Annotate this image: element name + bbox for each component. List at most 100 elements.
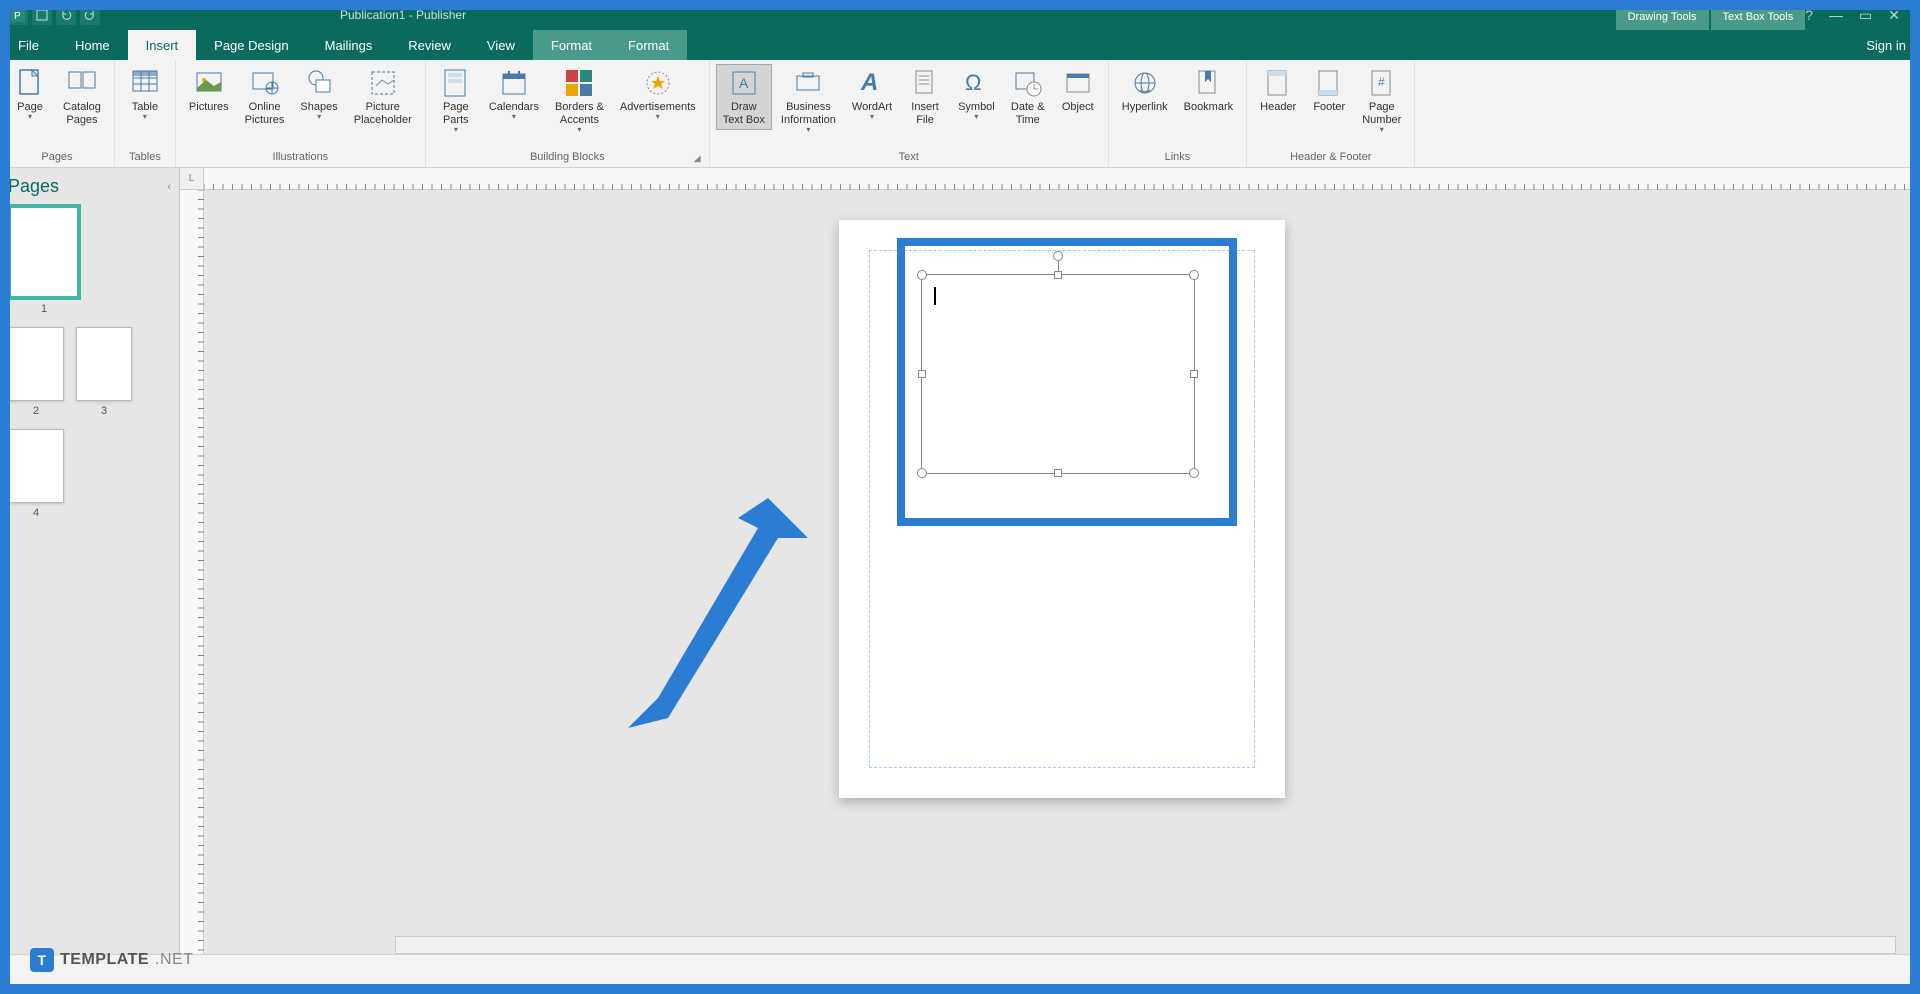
hyperlink-button[interactable]: Hyperlink — [1115, 64, 1175, 117]
object-icon — [1062, 67, 1094, 99]
canvas-area[interactable]: L — [180, 168, 1920, 964]
page-button[interactable]: Page▾ — [6, 64, 54, 124]
date-time-button[interactable]: Date & Time — [1004, 64, 1052, 130]
redo-icon[interactable] — [80, 5, 100, 25]
group-label-links: Links — [1115, 149, 1240, 167]
pictures-button[interactable]: Pictures — [182, 64, 236, 117]
window-controls: ? — ▭ ✕ — [1805, 7, 1912, 24]
chevron-down-icon: ▾ — [974, 112, 978, 121]
picture-placeholder-button[interactable]: Picture Placeholder — [347, 64, 419, 130]
ribbon-group-illustrations: Pictures Online Pictures Shapes▾ Picture… — [176, 60, 426, 167]
catalog-pages-icon — [66, 67, 98, 99]
footer-button[interactable]: Footer — [1305, 64, 1353, 117]
ribbon-group-pages: Page▾ Catalog Pages Pages — [0, 60, 115, 167]
page-thumbnail-2[interactable]: 2 — [8, 327, 64, 417]
minimize-icon[interactable]: — — [1829, 7, 1843, 24]
restore-icon[interactable]: ▭ — [1859, 7, 1872, 24]
object-button[interactable]: Object — [1054, 64, 1102, 117]
group-label-text: Text — [716, 149, 1102, 167]
ribbon-group-text: ADraw Text Box Business Information▾ AWo… — [710, 60, 1109, 167]
vertical-ruler[interactable] — [180, 190, 204, 964]
resize-handle-e[interactable] — [1190, 370, 1198, 378]
resize-handle-nw[interactable] — [917, 270, 927, 280]
quick-access-toolbar: P — [8, 5, 100, 25]
work-area: Pages‹ 1 2 3 4 L — [0, 168, 1920, 964]
page-thumbnail-4[interactable]: 4 — [8, 429, 64, 519]
page-parts-button[interactable]: Page Parts▾ — [432, 64, 480, 137]
picture-placeholder-icon — [367, 67, 399, 99]
svg-text:Ω: Ω — [965, 70, 981, 95]
selected-text-box[interactable] — [921, 274, 1195, 474]
borders-accents-button[interactable]: Borders & Accents▾ — [548, 64, 611, 137]
chevron-down-icon: ▾ — [317, 112, 321, 121]
ruler-corner[interactable]: L — [180, 168, 204, 190]
resize-handle-ne[interactable] — [1189, 270, 1199, 280]
bookmark-icon — [1192, 67, 1224, 99]
resize-handle-sw[interactable] — [917, 468, 927, 478]
header-button[interactable]: Header — [1253, 64, 1303, 117]
page-thumbnail-3[interactable]: 3 — [76, 327, 132, 417]
chevron-down-icon: ▾ — [656, 112, 660, 121]
resize-handle-w[interactable] — [918, 370, 926, 378]
tab-home[interactable]: Home — [57, 30, 128, 60]
save-icon[interactable] — [32, 5, 52, 25]
context-tab-drawing[interactable]: Drawing Tools — [1616, 4, 1709, 30]
business-info-button[interactable]: Business Information▾ — [774, 64, 843, 137]
svg-text:P: P — [14, 11, 21, 22]
online-pictures-icon — [249, 67, 281, 99]
symbol-button[interactable]: ΩSymbol▾ — [951, 64, 1002, 124]
catalog-pages-button[interactable]: Catalog Pages — [56, 64, 108, 130]
bookmark-button[interactable]: Bookmark — [1177, 64, 1241, 117]
page-parts-icon — [440, 67, 472, 99]
tab-format-drawing[interactable]: Format — [533, 30, 610, 60]
group-label-pages: Pages — [6, 149, 108, 167]
ribbon-group-links: Hyperlink Bookmark Links — [1109, 60, 1247, 167]
context-tab-textbox[interactable]: Text Box Tools — [1711, 4, 1806, 30]
wordart-button[interactable]: AWordArt▾ — [845, 64, 899, 124]
table-icon — [129, 67, 161, 99]
resize-handle-s[interactable] — [1054, 469, 1062, 477]
svg-text:A: A — [739, 75, 749, 91]
advertisements-button[interactable]: Advertisements▾ — [613, 64, 703, 124]
footer-icon — [1313, 67, 1345, 99]
tab-review[interactable]: Review — [390, 30, 469, 60]
ribbon-group-tables: Table▾ Tables — [115, 60, 176, 167]
collapse-pane-icon[interactable]: ‹ — [167, 181, 171, 193]
draw-text-box-button[interactable]: ADraw Text Box — [716, 64, 772, 130]
page-viewport[interactable] — [204, 190, 1920, 964]
publication-page[interactable] — [839, 220, 1285, 798]
undo-icon[interactable] — [56, 5, 76, 25]
tab-format-textbox[interactable]: Format — [610, 30, 687, 60]
template-logo-icon: T — [30, 948, 54, 972]
dialog-launcher-icon[interactable]: ◢ — [694, 153, 701, 164]
tab-insert[interactable]: Insert — [128, 30, 197, 60]
close-icon[interactable]: ✕ — [1888, 7, 1900, 24]
table-button[interactable]: Table▾ — [121, 64, 169, 124]
business-info-icon — [792, 67, 824, 99]
borders-accents-icon — [563, 67, 595, 99]
shapes-button[interactable]: Shapes▾ — [293, 64, 344, 124]
tab-view[interactable]: View — [469, 30, 533, 60]
insert-file-button[interactable]: Insert File — [901, 64, 949, 130]
group-label-illustrations: Illustrations — [182, 149, 419, 167]
svg-text:#: # — [1378, 75, 1385, 89]
calendars-button[interactable]: Calendars▾ — [482, 64, 546, 124]
horizontal-scrollbar[interactable] — [395, 936, 1896, 954]
sign-in-link[interactable]: Sign in — [1852, 30, 1920, 60]
online-pictures-button[interactable]: Online Pictures — [238, 64, 292, 130]
chevron-down-icon: ▾ — [577, 125, 581, 134]
tab-page-design[interactable]: Page Design — [196, 30, 306, 60]
help-icon[interactable]: ? — [1805, 7, 1813, 24]
resize-handle-se[interactable] — [1189, 468, 1199, 478]
tab-file[interactable]: File — [0, 30, 57, 60]
thumbnail-image — [8, 327, 64, 401]
page-number-icon: # — [1366, 67, 1398, 99]
rotation-handle[interactable] — [1053, 251, 1063, 261]
app-icon[interactable]: P — [8, 5, 28, 25]
resize-handle-n[interactable] — [1054, 271, 1062, 279]
page-number-button[interactable]: #Page Number▾ — [1355, 64, 1408, 137]
advertisements-icon — [642, 67, 674, 99]
tab-mailings[interactable]: Mailings — [307, 30, 391, 60]
page-thumbnail-1[interactable]: 1 — [8, 205, 80, 315]
horizontal-ruler[interactable] — [204, 168, 1920, 190]
